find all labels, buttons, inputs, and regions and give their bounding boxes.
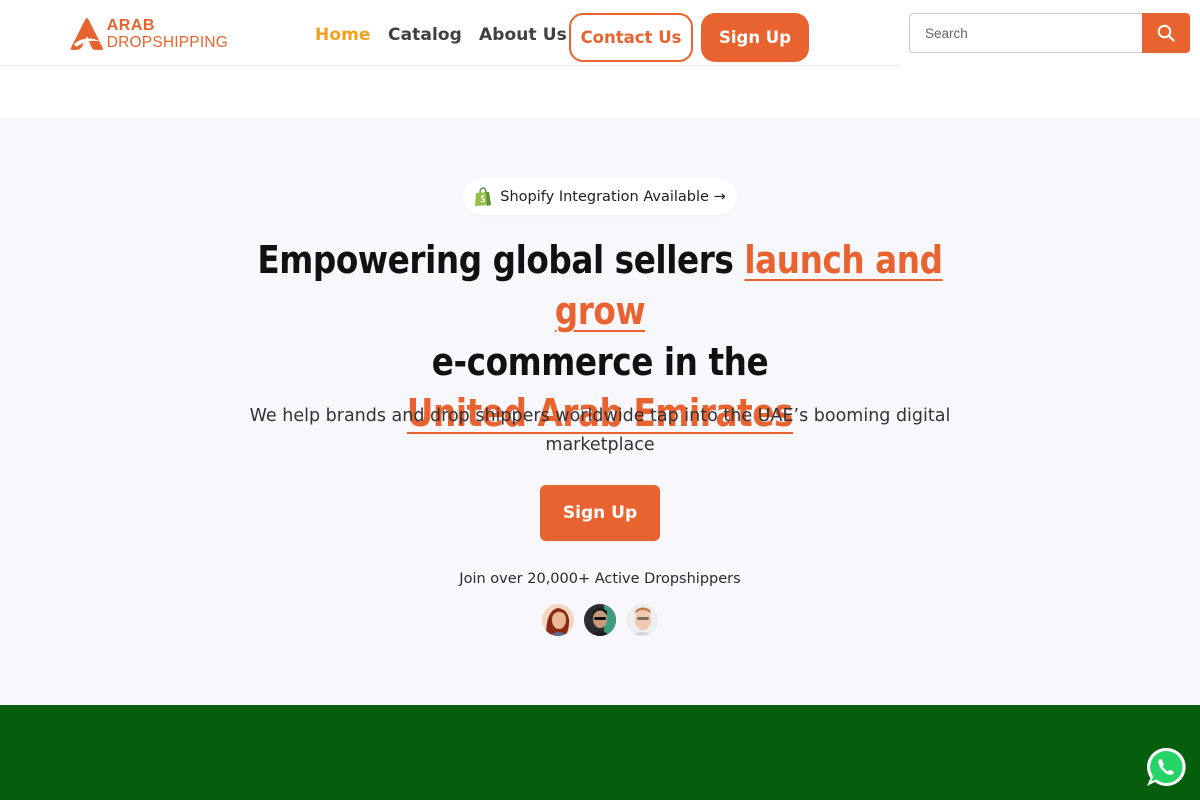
nav-home-link[interactable]: Home <box>315 25 371 45</box>
shopify-bag-icon <box>475 186 492 206</box>
nav-catalog-link[interactable]: Catalog <box>388 25 462 45</box>
logo-line-1: ARAB <box>106 16 155 34</box>
avatar-3 <box>626 604 658 636</box>
pill-text: Shopify Integration Available → <box>500 188 726 205</box>
shopify-integration-pill[interactable]: Shopify Integration Available → <box>463 178 737 215</box>
logo-wordmark: ARAB DROPSHIPPING <box>107 16 228 51</box>
header-sign-up-button[interactable]: Sign Up <box>701 13 809 62</box>
search-input[interactable] <box>909 13 1142 53</box>
logo-line-2: DROPSHIPPING <box>106 33 228 51</box>
contact-us-button[interactable]: Contact Us <box>569 13 693 62</box>
search-bar <box>909 13 1190 53</box>
avatar-group <box>542 604 658 636</box>
headline-part-1: Empowering global sellers <box>257 238 745 282</box>
brand-logo[interactable]: ARAB DROPSHIPPING <box>68 13 228 53</box>
social-proof-text: Join over 20,000+ Active Dropshippers <box>459 571 741 587</box>
hero-subtitle: We help brands and drop shippers worldwi… <box>249 406 951 455</box>
hero-sign-up-button[interactable]: Sign Up <box>540 485 660 541</box>
green-section-band <box>0 705 1200 800</box>
site-header: ARAB DROPSHIPPING Home Catalog About Us … <box>0 0 900 66</box>
logo-mark-icon <box>70 18 104 50</box>
hero-section: Shopify Integration Available → Empoweri… <box>0 118 1200 705</box>
nav-about-link[interactable]: About Us <box>479 25 567 45</box>
avatar-1 <box>542 604 574 636</box>
avatar-2 <box>584 604 616 636</box>
search-button[interactable] <box>1142 13 1190 53</box>
whatsapp-icon <box>1146 747 1186 786</box>
whatsapp-chat-button[interactable] <box>1145 746 1187 788</box>
search-icon <box>1157 24 1175 42</box>
headline-part-2: e-commerce in the <box>431 340 769 384</box>
